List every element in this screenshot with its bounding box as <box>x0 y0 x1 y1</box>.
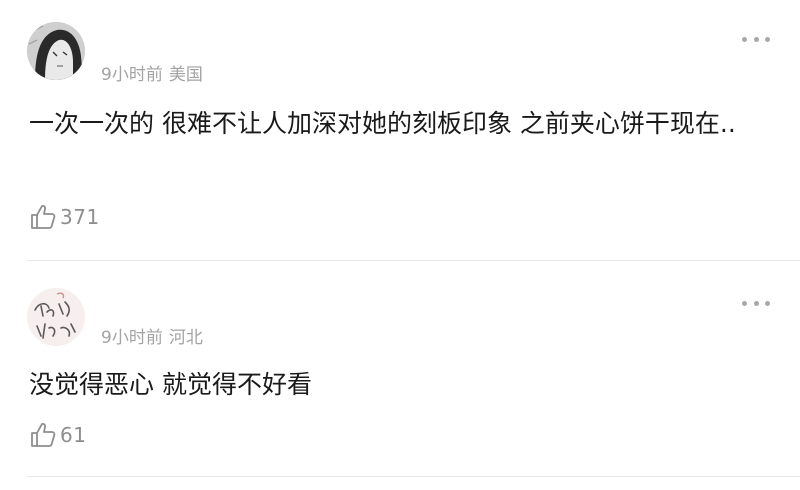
comment-item: 9小时前 河北 没觉得恶心 就觉得不好看 61 <box>0 262 800 490</box>
divider <box>27 476 800 477</box>
comment-item: 9小时前 美国 一次一次的 很难不让人加深对她的刻板印象 之前夹心饼干现在.. 3… <box>0 0 800 261</box>
manga-character-avatar <box>27 22 85 80</box>
handwriting-avatar <box>27 288 85 346</box>
like-count: 61 <box>60 423 87 447</box>
more-dots-icon[interactable] <box>742 34 770 44</box>
thumbs-up-icon <box>31 423 56 447</box>
user-avatar[interactable] <box>27 22 85 80</box>
comment-meta: 9小时前 美国 <box>101 60 203 85</box>
comment-location: 河北 <box>168 328 203 348</box>
more-dots-icon[interactable] <box>742 298 770 308</box>
thumbs-up-icon <box>31 205 56 229</box>
like-count: 371 <box>60 205 100 229</box>
comment-time: 9小时前 <box>101 65 163 85</box>
like-button[interactable]: 61 <box>29 421 86 449</box>
user-avatar[interactable] <box>27 288 85 346</box>
comment-text: 没觉得恶心 就觉得不好看 <box>29 370 312 399</box>
comment-time: 9小时前 <box>101 328 163 348</box>
divider <box>27 260 800 261</box>
comment-meta: 9小时前 河北 <box>101 323 203 348</box>
comment-text: 一次一次的 很难不让人加深对她的刻板印象 之前夹心饼干现在.. <box>29 109 736 138</box>
comment-location: 美国 <box>168 65 203 85</box>
like-button[interactable]: 371 <box>29 203 100 231</box>
